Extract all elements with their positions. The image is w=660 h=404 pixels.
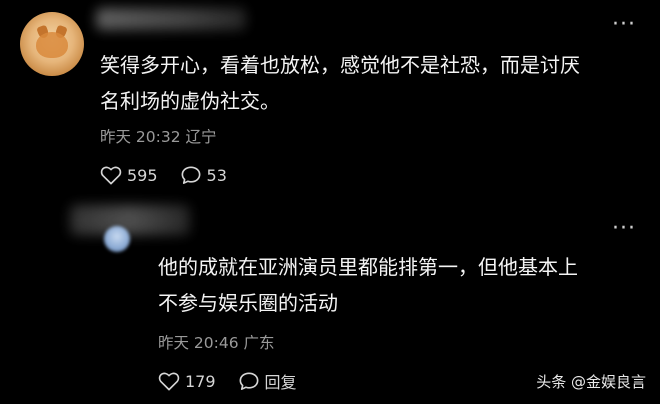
username-blurred[interactable]	[96, 8, 246, 30]
like-button[interactable]: 595	[100, 165, 158, 185]
like-count: 179	[185, 371, 216, 391]
comment-meta: 昨天 20:32 辽宁	[100, 125, 217, 147]
heart-outline-icon	[158, 372, 180, 391]
reply-button[interactable]: 53	[180, 165, 227, 185]
speech-bubble-icon	[239, 372, 259, 390]
comment-time: 昨天 20:32	[100, 128, 181, 146]
more-dots-icon[interactable]: ···	[612, 218, 636, 240]
comment-actions: 595 53	[100, 165, 249, 185]
reply-count: 53	[206, 165, 227, 185]
comment-text-line-2: 名利场的虚伪社交。	[100, 89, 280, 113]
avatar-face	[36, 32, 68, 58]
comment-text-line-1: 笑得多开心，看着也放松，感觉他不是社恐，而是讨厌	[100, 53, 580, 77]
comment-location: 广东	[243, 334, 275, 352]
reply-button[interactable]: 回复	[238, 369, 297, 393]
comment-text-line-1: 他的成就在亚洲演员里都能排第一，但他基本上	[158, 255, 578, 279]
more-dots-icon[interactable]: ···	[612, 14, 636, 36]
like-button[interactable]: 179	[158, 371, 216, 391]
comment-actions: 179 回复	[158, 369, 319, 393]
watermark: 头条 @金娱良言	[536, 373, 646, 391]
username-blurred[interactable]	[70, 205, 190, 235]
reply-label: 回复	[264, 373, 297, 392]
like-count: 595	[127, 165, 158, 185]
avatar[interactable]	[20, 12, 84, 76]
comment-text-line-2: 不参与娱乐圈的活动	[158, 291, 338, 315]
comment-time: 昨天 20:46	[158, 334, 239, 352]
comment-location: 辽宁	[185, 128, 217, 146]
avatar[interactable]	[104, 226, 130, 252]
heart-outline-icon	[100, 166, 122, 185]
speech-bubble-icon	[181, 166, 201, 184]
comment-meta: 昨天 20:46 广东	[158, 331, 275, 353]
